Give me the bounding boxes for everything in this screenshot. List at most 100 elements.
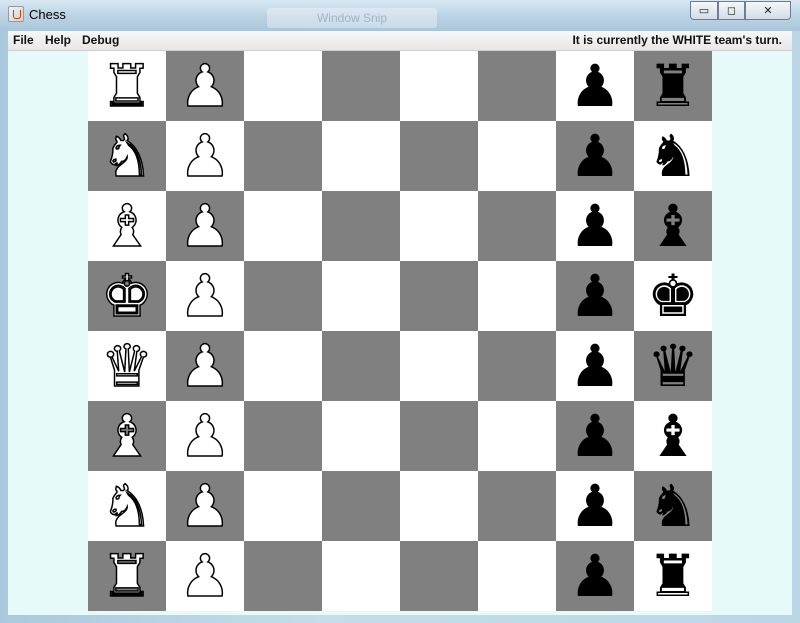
board-square[interactable] — [400, 331, 478, 401]
board-square[interactable] — [244, 331, 322, 401]
board-square[interactable]: ♛ — [634, 331, 712, 401]
board-square[interactable]: ♜ — [634, 541, 712, 611]
board-square[interactable]: ♜ — [88, 51, 166, 121]
board-square[interactable] — [244, 191, 322, 261]
board-square[interactable]: ♞ — [88, 471, 166, 541]
white-pawn-icon[interactable]: ♟ — [178, 56, 232, 116]
board-square[interactable]: ♞ — [634, 471, 712, 541]
board-square[interactable]: ♝ — [634, 191, 712, 261]
white-bishop-icon[interactable]: ♝ — [100, 196, 154, 256]
board-square[interactable]: ♞ — [634, 121, 712, 191]
board-square[interactable] — [244, 401, 322, 471]
board-square[interactable]: ♟ — [556, 121, 634, 191]
board-square[interactable] — [400, 51, 478, 121]
board-square[interactable] — [478, 471, 556, 541]
board-square[interactable]: ♚ — [88, 261, 166, 331]
board-square[interactable] — [478, 261, 556, 331]
board-square[interactable] — [244, 471, 322, 541]
board-square[interactable] — [322, 471, 400, 541]
black-pawn-icon[interactable]: ♟ — [569, 127, 621, 185]
board-square[interactable] — [322, 541, 400, 611]
board-square[interactable] — [400, 401, 478, 471]
board-square[interactable]: ♟ — [556, 191, 634, 261]
board-square[interactable] — [478, 191, 556, 261]
board-square[interactable] — [322, 191, 400, 261]
board-square[interactable]: ♟ — [166, 401, 244, 471]
board-square[interactable]: ♟ — [166, 331, 244, 401]
board-square[interactable] — [478, 331, 556, 401]
black-pawn-icon[interactable]: ♟ — [569, 267, 621, 325]
white-pawn-icon[interactable]: ♟ — [178, 266, 232, 326]
menu-help[interactable]: Help — [45, 33, 71, 47]
black-pawn-icon[interactable]: ♟ — [569, 57, 621, 115]
white-pawn-icon[interactable]: ♟ — [178, 126, 232, 186]
board-square[interactable]: ♝ — [88, 401, 166, 471]
board-square[interactable] — [244, 261, 322, 331]
board-square[interactable]: ♟ — [166, 121, 244, 191]
white-rook-icon[interactable]: ♜ — [100, 56, 154, 116]
board-square[interactable] — [322, 261, 400, 331]
close-button[interactable]: ✕ — [745, 1, 791, 20]
board-square[interactable] — [478, 401, 556, 471]
white-bishop-icon[interactable]: ♝ — [100, 406, 154, 466]
board-square[interactable] — [244, 51, 322, 121]
board-square[interactable]: ♛ — [88, 331, 166, 401]
board-square[interactable]: ♟ — [556, 331, 634, 401]
black-pawn-icon[interactable]: ♟ — [569, 407, 621, 465]
board-square[interactable]: ♞ — [88, 121, 166, 191]
board-square[interactable]: ♟ — [556, 471, 634, 541]
board-square[interactable]: ♟ — [166, 51, 244, 121]
black-pawn-icon[interactable]: ♟ — [569, 337, 621, 395]
board-square[interactable] — [244, 121, 322, 191]
board-square[interactable]: ♜ — [634, 51, 712, 121]
board-square[interactable]: ♝ — [88, 191, 166, 261]
white-pawn-icon[interactable]: ♟ — [178, 546, 232, 606]
black-king-icon[interactable]: ♚ — [647, 267, 699, 325]
board-square[interactable]: ♟ — [166, 261, 244, 331]
menu-debug[interactable]: Debug — [82, 33, 119, 47]
black-queen-icon[interactable]: ♛ — [647, 337, 699, 395]
title-bar[interactable]: Chess Window Snip ▭ ◻ ✕ — [0, 0, 800, 31]
black-bishop-icon[interactable]: ♝ — [647, 407, 699, 465]
board-square[interactable]: ♟ — [166, 191, 244, 261]
board-square[interactable] — [244, 541, 322, 611]
board-square[interactable]: ♟ — [166, 541, 244, 611]
board-square[interactable] — [400, 121, 478, 191]
board-square[interactable] — [400, 191, 478, 261]
board-square[interactable]: ♚ — [634, 261, 712, 331]
black-knight-icon[interactable]: ♞ — [647, 127, 699, 185]
black-pawn-icon[interactable]: ♟ — [569, 197, 621, 255]
board-square[interactable]: ♟ — [556, 401, 634, 471]
board-square[interactable] — [322, 331, 400, 401]
white-pawn-icon[interactable]: ♟ — [178, 476, 232, 536]
black-knight-icon[interactable]: ♞ — [647, 477, 699, 535]
board-square[interactable] — [400, 471, 478, 541]
minimize-button[interactable]: ▭ — [690, 1, 718, 20]
board-square[interactable]: ♝ — [634, 401, 712, 471]
white-knight-icon[interactable]: ♞ — [100, 476, 154, 536]
board-square[interactable]: ♟ — [556, 541, 634, 611]
board-square[interactable]: ♜ — [88, 541, 166, 611]
menu-file[interactable]: File — [13, 33, 34, 47]
black-rook-icon[interactable]: ♜ — [647, 547, 699, 605]
black-pawn-icon[interactable]: ♟ — [569, 547, 621, 605]
white-pawn-icon[interactable]: ♟ — [178, 196, 232, 256]
white-pawn-icon[interactable]: ♟ — [178, 406, 232, 466]
board-square[interactable] — [478, 541, 556, 611]
black-pawn-icon[interactable]: ♟ — [569, 477, 621, 535]
white-king-icon[interactable]: ♚ — [100, 266, 154, 326]
board-square[interactable]: ♟ — [556, 261, 634, 331]
board-square[interactable] — [322, 401, 400, 471]
board-square[interactable] — [322, 121, 400, 191]
board-square[interactable]: ♟ — [556, 51, 634, 121]
white-pawn-icon[interactable]: ♟ — [178, 336, 232, 396]
board-square[interactable] — [400, 261, 478, 331]
white-rook-icon[interactable]: ♜ — [100, 546, 154, 606]
black-bishop-icon[interactable]: ♝ — [647, 197, 699, 255]
board-square[interactable] — [322, 51, 400, 121]
white-knight-icon[interactable]: ♞ — [100, 126, 154, 186]
board-square[interactable] — [478, 51, 556, 121]
board-square[interactable] — [478, 121, 556, 191]
black-rook-icon[interactable]: ♜ — [647, 57, 699, 115]
white-queen-icon[interactable]: ♛ — [100, 336, 154, 396]
